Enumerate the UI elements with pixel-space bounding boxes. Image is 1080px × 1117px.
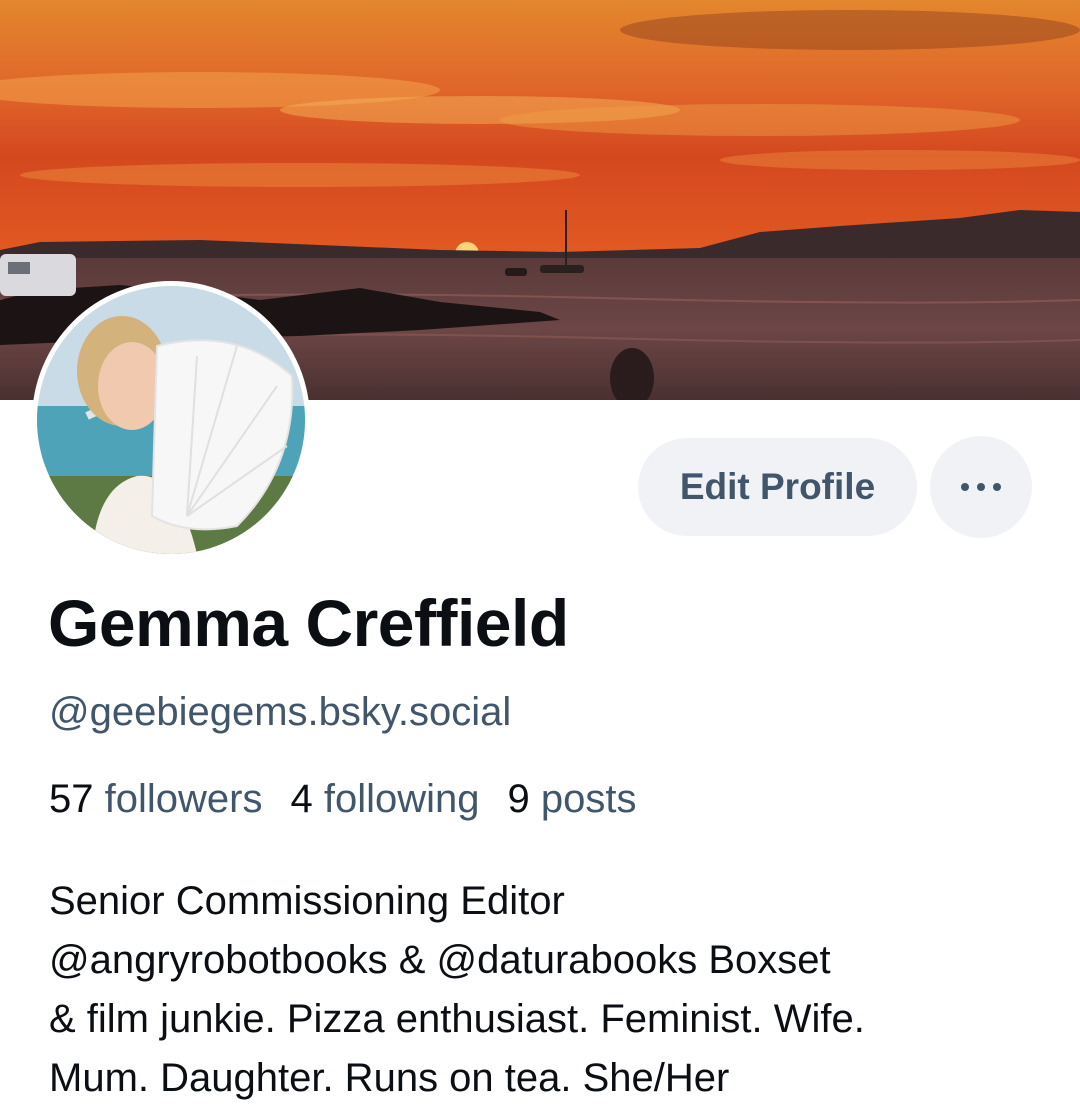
posts-stat: 9 posts [508, 777, 637, 822]
followers-count: 57 [49, 777, 94, 821]
ellipsis-icon [957, 483, 1005, 491]
bio-line: Mum. Daughter. Runs on tea. She/Her [49, 1056, 730, 1100]
edit-profile-button[interactable]: Edit Profile [638, 438, 917, 536]
followers-link[interactable]: 57 followers [49, 777, 262, 822]
bio-line: Senior Commissioning Editor [49, 879, 565, 923]
posts-count: 9 [507, 777, 530, 821]
posts-label: posts [540, 777, 637, 821]
bio-line: & film junkie. Pizza enthusiast. Feminis… [49, 997, 865, 1041]
followers-label: followers [104, 777, 263, 821]
following-label: following [323, 777, 480, 821]
profile-handle: @geebiegems.bsky.social [49, 690, 512, 734]
following-count: 4 [290, 777, 313, 821]
bio-line[interactable]: @angryrobotbooks & @daturabooks Boxset [49, 931, 1049, 990]
profile-stats: 57 followers 4 following 9 posts [49, 777, 664, 822]
display-name: Gemma Creffield [48, 586, 569, 660]
more-options-button[interactable] [930, 436, 1032, 538]
avatar-photo [37, 286, 305, 554]
profile-bio: Senior Commissioning Editor @angryrobotb… [49, 872, 1049, 1108]
profile-avatar[interactable] [32, 281, 310, 559]
following-link[interactable]: 4 following [290, 777, 479, 822]
